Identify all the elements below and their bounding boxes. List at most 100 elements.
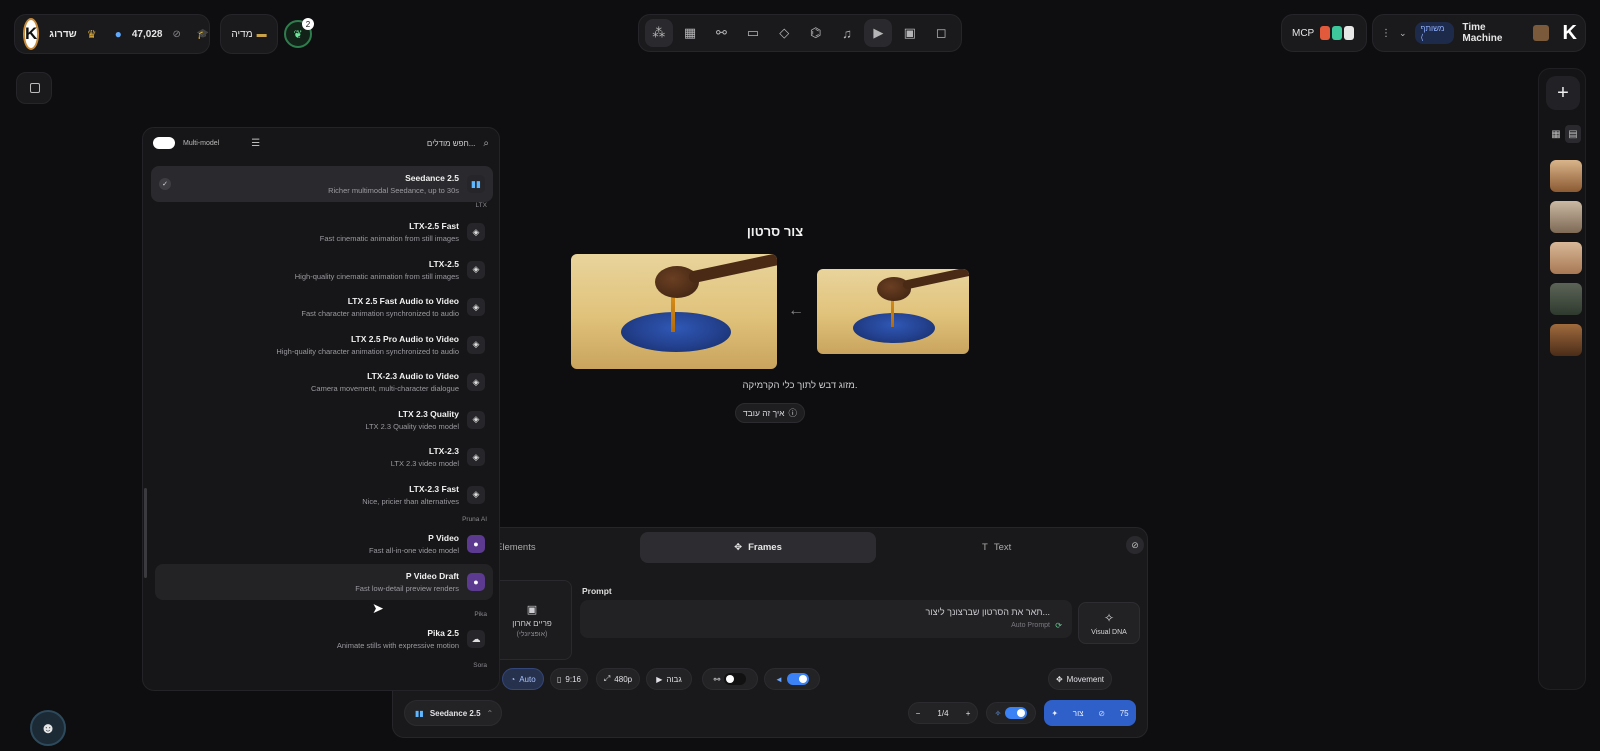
model-group-label: Sora — [473, 662, 487, 669]
model-option-name: LTX-2.5 — [428, 258, 459, 269]
history-thumbnail[interactable] — [1550, 201, 1582, 233]
list-view-icon[interactable]: ▤ — [1565, 125, 1581, 143]
plate-shape — [621, 312, 731, 352]
minus-icon[interactable]: − — [916, 709, 921, 718]
model-option[interactable]: LTX 2.5 Pro Audio to Video High-quality … — [151, 327, 493, 363]
model-option[interactable]: LTX-2.3 LTX 2.3 video model ◈ — [151, 439, 493, 475]
app-logo[interactable]: K — [23, 18, 40, 50]
history-thumbnail[interactable] — [1550, 242, 1582, 274]
tab-text[interactable]: T Text — [982, 542, 1011, 553]
share-button[interactable]: משותף ⟨ — [1414, 22, 1455, 44]
hide-icon[interactable]: ⊘ — [1126, 536, 1144, 554]
how-label: איך זה עובד — [742, 408, 785, 418]
multi-model-toggle[interactable] — [153, 137, 175, 149]
last-frame-slot[interactable]: ▣ פריים אחרון (אופציונלי) — [492, 580, 572, 660]
tab-elements[interactable]: Elements — [496, 542, 536, 553]
magic-toggle[interactable] — [1005, 707, 1028, 719]
auto-chip[interactable]: ◔ Auto — [502, 668, 544, 690]
model-option-selected[interactable]: ✓ Seedance 2.5 Richer multimodal Seedanc… — [151, 166, 493, 202]
video-icon[interactable]: ▶ — [864, 19, 893, 47]
nodes-icon[interactable]: ⁂ — [644, 19, 673, 47]
sparkle-icon: ✧ — [1103, 610, 1115, 625]
link-toggle[interactable] — [724, 673, 747, 685]
history-thumbnail[interactable] — [1550, 160, 1582, 192]
share-label: משותף — [1420, 24, 1445, 33]
result-image[interactable] — [571, 254, 777, 369]
text-tab-label: Text — [993, 542, 1012, 553]
user-avatar[interactable]: ☻ — [30, 710, 66, 746]
model-option-desc: High-quality character animation synchro… — [276, 346, 459, 356]
project-name[interactable]: Time Machine — [1462, 22, 1525, 44]
mcp-label: MCP — [1292, 27, 1315, 39]
mcp-pill[interactable]: MCP — [1281, 14, 1367, 52]
app-logo-k[interactable]: K — [1563, 22, 1577, 45]
model-option[interactable]: P Video Fast all-in-one video model ● — [151, 526, 493, 562]
model-option[interactable]: LTX-2.5 High-quality cinematic animation… — [151, 252, 493, 288]
chevron-down-icon[interactable]: ⌄ — [1399, 28, 1407, 39]
graduation-cap-icon[interactable]: 🎓 — [197, 29, 209, 40]
link-toggle-chip[interactable]: ⚯ — [702, 668, 758, 690]
comment-icon[interactable]: ◻ — [927, 19, 955, 47]
filter-icon[interactable]: ☰ — [251, 138, 260, 149]
model-option[interactable]: Pika 2.5 Animate stills with expressive … — [151, 621, 493, 657]
audio-toggle[interactable] — [786, 673, 809, 685]
sparkle-icon: ✧ — [994, 708, 1002, 718]
aspect-ratio-chip[interactable]: ▯ 9:16 — [550, 668, 588, 690]
sidebar-toggle-button[interactable] — [16, 72, 52, 104]
grid-view-icon[interactable]: ▦ — [1549, 127, 1563, 141]
tab-frames[interactable]: ✥ Frames — [640, 532, 876, 563]
project-pill: ⋮ ⌄ משותף ⟨ Time Machine K — [1372, 14, 1586, 52]
model-option[interactable]: LTX-2.3 Fast Nice, pricier than alternat… — [151, 477, 493, 513]
model-option[interactable]: LTX-2.5 Fast Fast cinematic animation fr… — [151, 214, 493, 250]
generate-button[interactable]: ✦ צור ⊘ 75 — [1044, 700, 1136, 726]
visual-dna-label: Visual DNA — [1091, 628, 1127, 636]
quality-chip[interactable]: ▶ גבוה — [646, 668, 692, 690]
resolution-chip[interactable]: ⤢ 480p — [596, 668, 640, 690]
mcp-app-icon — [1320, 26, 1331, 40]
plus-icon[interactable]: + — [966, 709, 971, 718]
pruna-icon: ● — [467, 572, 485, 591]
chat-icon[interactable]: ▭ — [739, 19, 767, 47]
model-option-name: LTX 2.5 Pro Audio to Video — [351, 333, 459, 344]
prompt-input[interactable]: תאר את הסרטון שברצונך ליצור... Auto Prom… — [580, 600, 1072, 638]
magic-toggle-chip[interactable]: ✧ — [986, 702, 1036, 724]
auto-label: Auto — [519, 674, 536, 684]
add-button[interactable]: + — [1546, 76, 1580, 110]
ltx-icon: ◈ — [467, 448, 485, 466]
crown-icon: ♛ — [86, 28, 97, 41]
more-icon[interactable]: ⋮ — [1381, 28, 1391, 39]
model-option[interactable]: LTX 2.3 Quality LTX 2.3 Quality video mo… — [151, 402, 493, 438]
chat-bubble-icon[interactable]: ● — [115, 27, 122, 41]
history-thumbnail[interactable] — [1550, 324, 1582, 356]
source-image[interactable] — [817, 269, 969, 354]
cube-icon[interactable]: ◇ — [770, 19, 798, 47]
audio-toggle-chip[interactable]: ◄ — [764, 668, 820, 690]
visual-dna-button[interactable]: ✧ Visual DNA — [1078, 602, 1140, 644]
auto-prompt-label[interactable]: Auto Prompt — [1011, 622, 1050, 629]
model-selector[interactable]: ▮▮ Seedance 2.5 ⌃ — [404, 700, 502, 726]
movement-chip[interactable]: ✥ Movement — [1048, 668, 1112, 690]
music-icon[interactable]: ♫ — [833, 19, 861, 47]
image-icon[interactable]: ▣ — [896, 19, 924, 47]
link-icon[interactable]: ⚯ — [707, 19, 735, 47]
model-option[interactable]: P Video Draft Fast low-detail preview re… — [155, 563, 493, 600]
model-search-input[interactable]: חפש מודלים... — [427, 139, 475, 148]
model-list-scrollbar[interactable] — [144, 488, 147, 578]
arrow-left-icon: ← — [788, 302, 804, 319]
model-option-name: P Video — [428, 533, 459, 543]
bars-icon: ▮▮ — [415, 708, 424, 718]
count-stepper[interactable]: − 1/4 + — [908, 702, 978, 724]
speaker-icon: ◄ — [775, 674, 783, 684]
model-option[interactable]: LTX 2.5 Fast Audio to Video Fast charact… — [151, 289, 493, 325]
model-option[interactable]: LTX-2.3 Audio to Video Camera movement, … — [151, 364, 493, 400]
history-thumbnail[interactable] — [1550, 283, 1582, 315]
tree-icon[interactable]: ⌬ — [802, 19, 830, 47]
model-option-desc: Animate stills with expressive motion — [336, 641, 459, 650]
link-icon: ⚯ — [713, 674, 721, 684]
upgrade-label[interactable]: שדרוג — [49, 29, 76, 40]
grid-icon[interactable]: ▦ — [676, 19, 704, 47]
leaf-icon: ❦ — [293, 28, 303, 41]
media-button[interactable]: מדיה ▬ — [220, 14, 278, 54]
how-it-works-button[interactable]: איך זה עובד ⓘ — [735, 403, 805, 423]
media-label: מדיה — [231, 28, 253, 40]
